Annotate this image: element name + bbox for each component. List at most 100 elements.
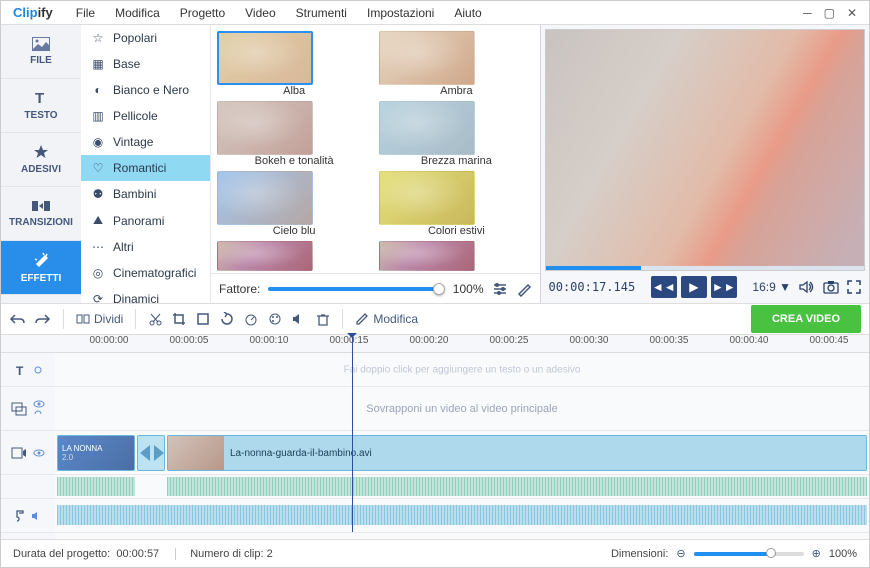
category-dinamici[interactable]: ⟳Dinamici (81, 286, 210, 303)
track-music (1, 499, 869, 533)
track-video-audio (1, 475, 869, 499)
tab-adesivi[interactable]: ADESIVI (1, 133, 81, 187)
effect-bokeh-e-tonalità[interactable]: Bokeh e tonalità (217, 101, 371, 167)
menu-modifica[interactable]: Modifica (106, 3, 169, 23)
zoom-slider[interactable] (694, 552, 804, 556)
minimize-icon[interactable]: ─ (803, 6, 812, 20)
wand-icon (32, 251, 50, 269)
category-bambini[interactable]: ⚉Bambini (81, 181, 210, 207)
category-bianco-e-nero[interactable]: ◐Bianco e Nero (81, 77, 210, 103)
redo-button[interactable] (35, 312, 51, 326)
tab-testo[interactable]: T TESTO (1, 79, 81, 133)
factor-label: Fattore: (219, 282, 260, 296)
effect-more-1[interactable] (379, 241, 533, 271)
eye-icon[interactable] (33, 449, 45, 457)
project-duration-label: Durata del progetto: 00:00:57 (13, 548, 159, 560)
transition-icon (32, 199, 50, 213)
category-base[interactable]: ▦Base (81, 51, 210, 77)
speed-button[interactable] (244, 312, 258, 326)
speaker-icon[interactable] (31, 510, 43, 522)
zoom-out-button[interactable]: ⊖ (676, 547, 685, 560)
tab-effetti[interactable]: EFFETTI (1, 241, 81, 295)
effect-brezza-marina[interactable]: Brezza marina (379, 101, 533, 167)
prev-button[interactable]: ◄◄ (651, 276, 677, 298)
overlay-track-icon (11, 402, 27, 416)
image-icon (32, 37, 50, 51)
play-button[interactable]: ▶ (681, 276, 707, 298)
transition-clip[interactable] (137, 435, 165, 471)
tab-transizioni[interactable]: TRANSIZIONI (1, 187, 81, 241)
tab-adesivi-label: ADESIVI (21, 164, 61, 175)
link-icon[interactable] (33, 365, 43, 375)
video-track-icon (11, 447, 27, 459)
menu-strumenti[interactable]: Strumenti (287, 3, 356, 23)
menu-file[interactable]: File (67, 3, 104, 23)
ruler-tick: 00:00:10 (250, 335, 289, 346)
menu-progetto[interactable]: Progetto (171, 3, 234, 23)
tab-file[interactable]: FILE (1, 25, 81, 79)
category-altri[interactable]: ⋯Altri (81, 234, 210, 260)
split-button[interactable]: Dividi (76, 312, 123, 326)
factor-slider[interactable] (268, 287, 444, 291)
effect-cielo-blu[interactable]: Cielo blu (217, 171, 371, 237)
eye-icon[interactable] (33, 400, 45, 408)
track-video: LA NONNA 2.0 La-nonna-guarda-il-bambino.… (1, 431, 869, 475)
preview-progress[interactable] (546, 266, 865, 270)
track-voice: Applausi di un piccolo gruppo.wav (1, 533, 869, 539)
link-icon[interactable] (33, 410, 43, 418)
undo-button[interactable] (9, 312, 25, 326)
effect-colori-estivi[interactable]: Colori estivi (379, 171, 533, 237)
close-icon[interactable]: ✕ (847, 6, 857, 20)
category-romantici[interactable]: ♡Romantici (81, 155, 210, 181)
svg-text:T: T (16, 364, 24, 377)
video-clip-2[interactable]: La-nonna-guarda-il-bambino.avi (167, 435, 867, 471)
brush-icon[interactable] (516, 281, 532, 297)
next-button[interactable]: ►► (711, 276, 737, 298)
fullscreen-icon[interactable] (847, 280, 861, 294)
effect-alba[interactable]: Alba (217, 31, 371, 97)
star-icon (33, 144, 49, 160)
menu-aiuto[interactable]: Aiuto (445, 3, 490, 23)
crop-button[interactable] (172, 312, 186, 326)
rotate-button[interactable] (220, 312, 234, 326)
track-text: T Fai doppio click per aggiungere un tes… (1, 353, 869, 387)
ruler-tick: 00:00:05 (170, 335, 209, 346)
category-cinematografici[interactable]: ◎Cinematografici (81, 260, 210, 286)
cut-button[interactable] (148, 312, 162, 326)
category-list: ☆Popolari▦Base◐Bianco e Nero▥Pellicole◉V… (81, 25, 211, 303)
video-clip-1[interactable]: LA NONNA 2.0 (57, 435, 135, 471)
snapshot-icon[interactable] (823, 280, 839, 294)
delete-button[interactable] (316, 312, 330, 326)
effect-more-0[interactable] (217, 241, 371, 271)
preview-viewport (545, 29, 866, 271)
factor-value: 100% (453, 282, 484, 296)
menu-video[interactable]: Video (236, 3, 284, 23)
volume-track-button[interactable] (292, 312, 306, 326)
playhead[interactable] (352, 335, 353, 532)
ruler-tick: 00:00:35 (650, 335, 689, 346)
tab-testo-label: TESTO (24, 110, 57, 121)
ruler-tick: 00:00:00 (90, 335, 129, 346)
clip-count-label: Numero di clip: 2 (175, 548, 273, 560)
category-panorami[interactable]: ⛰Panorami (81, 207, 210, 234)
frame-button[interactable] (196, 312, 210, 326)
color-button[interactable] (268, 312, 282, 326)
tab-file-label: FILE (30, 55, 52, 66)
ruler-tick: 00:00:45 (810, 335, 849, 346)
effect-ambra[interactable]: Ambra (379, 31, 533, 97)
volume-icon[interactable] (799, 280, 815, 294)
aspect-selector[interactable]: 16:9 ▼ (752, 280, 791, 294)
app-logo: Clipify (5, 5, 61, 20)
maximize-icon[interactable]: ▢ (824, 6, 835, 20)
music-track-icon (13, 509, 25, 523)
category-popolari[interactable]: ☆Popolari (81, 25, 210, 51)
zoom-in-button[interactable]: ⊕ (812, 547, 821, 560)
category-pellicole[interactable]: ▥Pellicole (81, 103, 210, 129)
sliders-icon[interactable] (492, 282, 508, 296)
timecode: 00:00:17.145 (549, 280, 636, 294)
text-icon: T (33, 90, 49, 106)
menu-impostazioni[interactable]: Impostazioni (358, 3, 443, 23)
edit-button[interactable]: Modifica (355, 312, 418, 326)
category-vintage[interactable]: ◉Vintage (81, 129, 210, 155)
create-video-button[interactable]: CREA VIDEO (751, 305, 861, 333)
